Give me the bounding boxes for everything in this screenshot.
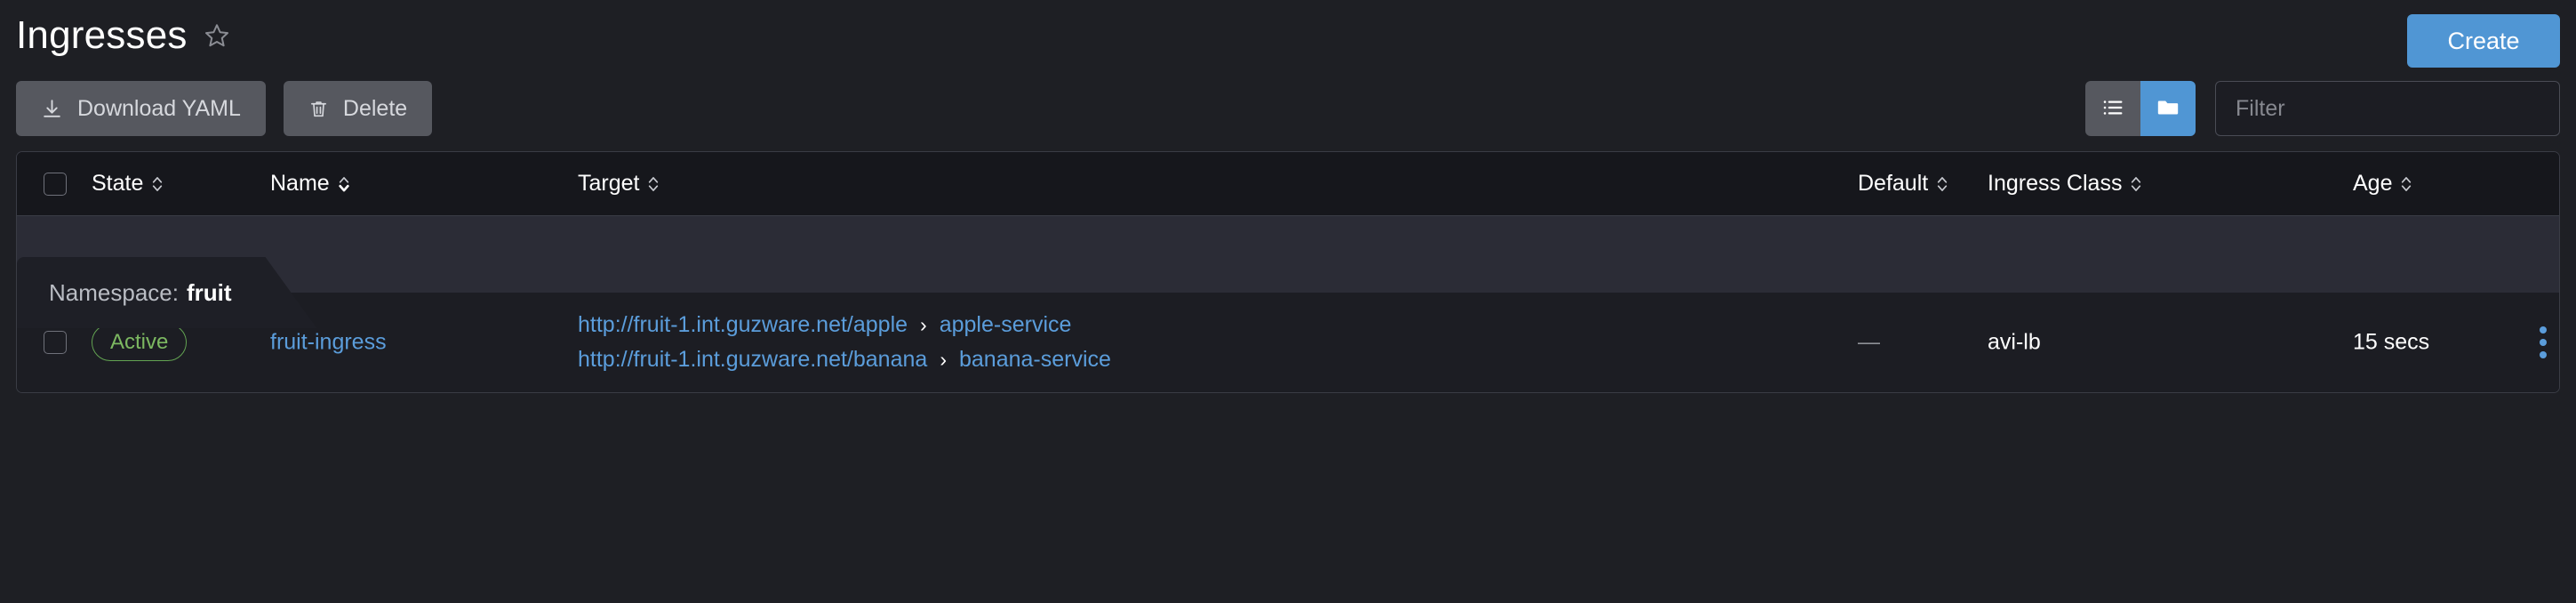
sort-icon-target [646,173,660,195]
page-title: Ingresses [16,13,188,57]
page-header: Ingresses Create [16,0,2560,71]
group-view-icon-button[interactable] [2140,81,2196,136]
column-label-target: Target [578,171,640,196]
column-label-age: Age [2353,171,2393,196]
ingress-name-link[interactable]: fruit-ingress [270,330,387,355]
chevron-right-icon: › [940,348,947,371]
cell-ingress-class: avi-lb [1988,329,2041,355]
sort-icon-state [150,173,164,195]
namespace-value: fruit [186,278,232,306]
column-header-age[interactable]: Age [2353,171,2413,197]
toolbar-right-group [2085,81,2560,136]
column-label-default: Default [1858,171,1929,196]
namespace-label: Namespace: [49,278,179,306]
create-button[interactable]: Create [2407,14,2560,68]
status-badge: Active [92,324,188,361]
column-label-state: State [92,171,144,196]
column-header-state[interactable]: State [92,171,164,197]
table-row[interactable]: Active fruit-ingress http://fruit-1.int.… [17,293,2559,392]
target-service-link[interactable]: banana-service [959,347,1111,373]
sort-icon-age [2399,173,2413,195]
row-select-checkbox[interactable] [44,331,67,354]
cell-default: — [1858,329,1880,355]
chevron-right-icon: › [920,313,927,336]
select-all-checkbox[interactable] [44,172,67,196]
column-header-name[interactable]: Name [270,171,351,197]
download-yaml-label: Download YAML [77,95,241,121]
column-header-default[interactable]: Default [1858,171,1949,197]
star-outline-icon[interactable] [204,22,230,49]
cell-age: 15 secs [2353,329,2430,355]
ingresses-table: State Name Target Default Ingress Class … [16,151,2560,393]
delete-label: Delete [342,95,408,121]
row-checkbox-cell [44,331,67,354]
folder-group-icon [2156,95,2180,123]
ingresses-page: Ingresses Create Download YAML Delete Fi… [0,0,2576,603]
table-body: Active fruit-ingress http://fruit-1.int.… [17,293,2559,392]
cell-target: http://fruit-1.int.guzware.net/apple › a… [578,312,1111,373]
sort-icon-name [337,173,351,195]
column-header-ingress-class[interactable]: Ingress Class [1988,171,2143,197]
target-url-link[interactable]: http://fruit-1.int.guzware.net/apple [578,312,908,338]
delete-button[interactable]: Delete [283,81,433,136]
namespace-group-band: Namespace: fruit [17,216,2559,293]
list-view-icon [2100,95,2125,123]
sort-icon-default [1935,173,1949,195]
toolbar: Download YAML Delete [16,71,2560,146]
kebab-menu-icon[interactable] [2534,321,2552,364]
target-url-link[interactable]: http://fruit-1.int.guzware.net/banana [578,347,927,373]
column-header-target[interactable]: Target [578,171,660,197]
cell-state: Active [92,324,188,361]
target-list: http://fruit-1.int.guzware.net/apple › a… [578,312,1111,373]
target-item: http://fruit-1.int.guzware.net/banana › … [578,347,1111,373]
cell-name: fruit-ingress [270,330,387,356]
column-label-ingress-class: Ingress Class [1988,171,2123,196]
view-mode-toggle [2085,81,2196,136]
sort-icon-ingress-class [2129,173,2143,195]
column-label-name: Name [270,171,330,196]
download-yaml-button[interactable]: Download YAML [16,81,266,136]
list-view-icon-button[interactable] [2085,81,2140,136]
download-icon [41,98,63,120]
target-item: http://fruit-1.int.guzware.net/apple › a… [578,312,1111,338]
table-header-row: State Name Target Default Ingress Class … [17,152,2559,216]
trash-icon [308,99,329,119]
filter-input[interactable] [2215,81,2560,136]
target-service-link[interactable]: apple-service [940,312,1072,338]
namespace-group-chip[interactable]: Namespace: fruit [17,257,317,328]
cell-actions [2534,321,2552,364]
